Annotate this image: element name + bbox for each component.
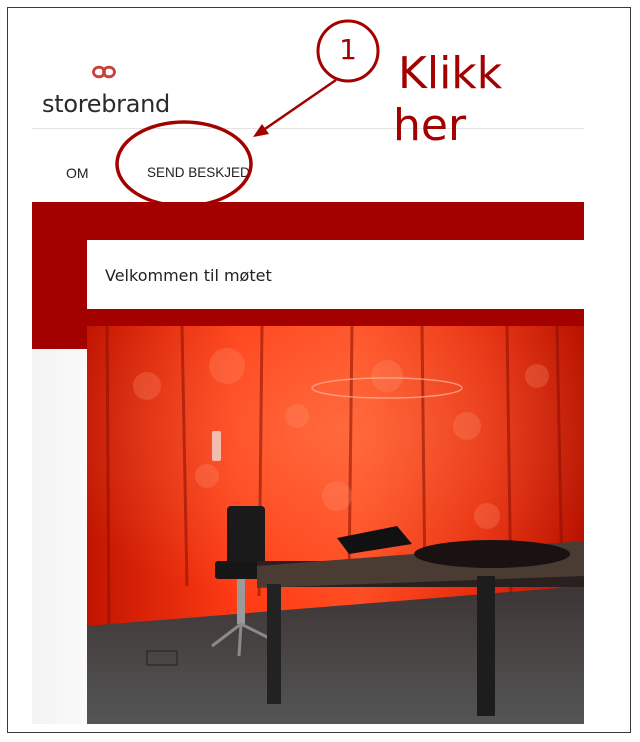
instruction-line-1: Klikk: [398, 48, 503, 99]
storebrand-logo-icon: [92, 65, 116, 79]
page-side-shade: [32, 349, 87, 724]
nav-item-om[interactable]: OM: [66, 165, 89, 181]
welcome-text: Velkommen til møtet: [105, 266, 272, 285]
instruction-line-2: her: [393, 100, 467, 151]
header-divider: [32, 128, 584, 129]
meeting-room-photo: [87, 326, 584, 724]
welcome-card: Velkommen til møtet: [87, 240, 584, 309]
screenshot-frame: storebrand OM SEND BESKJED Velkommen til…: [7, 7, 631, 733]
step-number: 1: [339, 33, 357, 66]
web-page: storebrand OM SEND BESKJED Velkommen til…: [32, 8, 584, 724]
nav-item-send-beskjed[interactable]: SEND BESKJED: [147, 165, 250, 180]
storebrand-logo-text[interactable]: storebrand: [42, 90, 170, 118]
